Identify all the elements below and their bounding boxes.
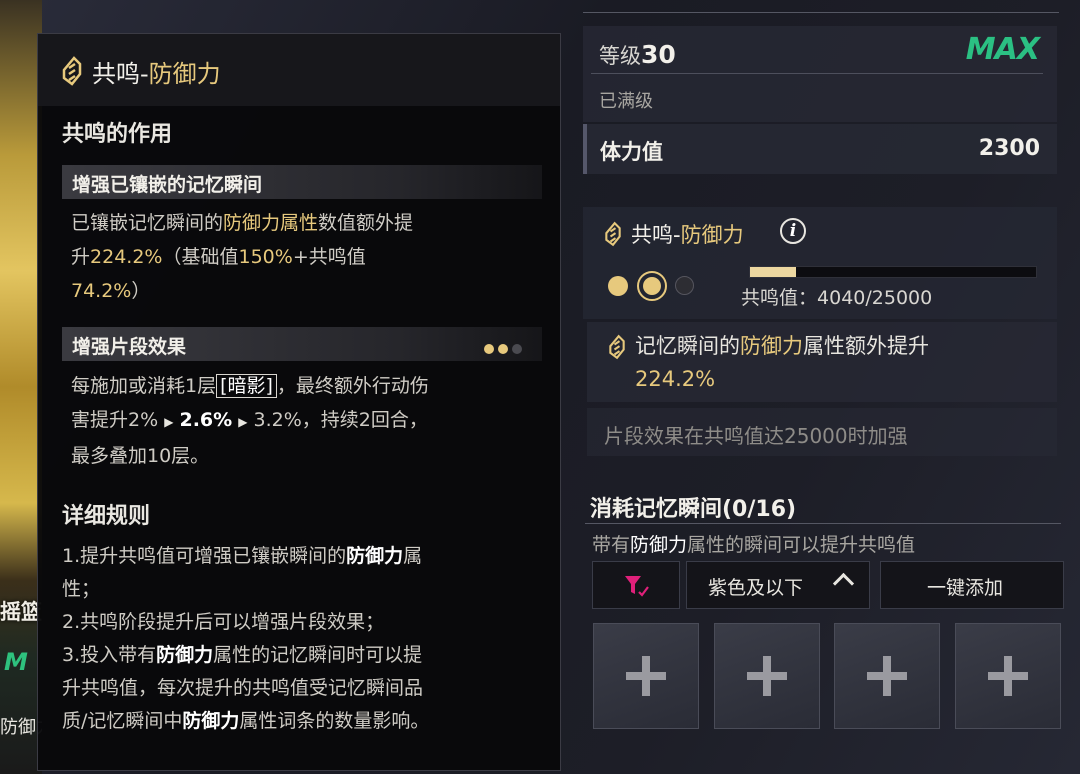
quality-label: 紫色及以下	[708, 577, 804, 599]
consume-divider	[585, 523, 1061, 524]
resonance-value: 共鸣值：4040/25000	[741, 287, 933, 309]
level-status: 已满级	[599, 91, 653, 112]
max-badge-mini: M	[4, 648, 28, 676]
bonus-text: 记忆瞬间的防御力属性额外提升 224.2%	[635, 334, 929, 391]
section2-body: 每施加或消耗1层 [暗影] ，最终额外行动伤 害提升2% ▶ 2.6% ▶ 3.2%…	[71, 374, 429, 467]
filter-button[interactable]	[592, 561, 680, 609]
filter-icon	[625, 576, 649, 597]
tooltip-header: 共鸣-防御力	[38, 34, 560, 106]
effect-heading: 共鸣的作用	[62, 122, 173, 147]
tooltip-title: 共鸣-防御力	[92, 60, 221, 88]
resonance-tooltip: 共鸣-防御力 共鸣的作用 增强已镶嵌的记忆瞬间 已镶嵌记忆瞬间的防御力属性数值额…	[37, 33, 561, 771]
arrow-icon: ▶	[164, 415, 174, 429]
stage-dots	[484, 339, 526, 358]
quality-dropdown[interactable]: 紫色及以下	[686, 561, 870, 609]
memory-slot-3[interactable]	[834, 623, 940, 729]
consume-subtitle: 带有防御力属性的瞬间可以提升共鸣值	[592, 534, 916, 556]
stage-dot	[484, 344, 494, 354]
quick-add-button[interactable]: 一键添加	[880, 561, 1064, 609]
section2-title: 增强片段效果	[72, 336, 187, 358]
level-divider	[591, 73, 1043, 74]
resonance-icon	[609, 334, 625, 360]
tier-dot-3	[675, 276, 694, 295]
resonance-icon	[605, 221, 621, 247]
resonance-box: 共鸣-防御力 i 共鸣值：4040/25000	[583, 207, 1057, 319]
note-box: 片段效果在共鸣值达25000时加强	[587, 408, 1057, 456]
section2-band: 增强片段效果	[62, 327, 542, 361]
card-attribute: 防御力	[0, 717, 42, 738]
card-subtitle: 摇篮曲	[0, 600, 42, 624]
resonance-title: 共鸣-防御力	[631, 223, 744, 247]
left-strip: 摇篮曲 M 防御力	[0, 0, 42, 774]
resonance-progress-bar	[749, 266, 1037, 278]
stage-dot	[498, 344, 508, 354]
stat-value: 2300	[978, 136, 1040, 161]
level-value: 30	[641, 40, 676, 69]
section1-title: 增强已镶嵌的记忆瞬间	[72, 174, 263, 196]
tier-dot-2-fill	[643, 277, 661, 295]
quick-add-label: 一键添加	[927, 577, 1004, 599]
chevron-up-icon	[832, 572, 855, 595]
note-text: 片段效果在共鸣值达25000时加强	[604, 424, 908, 448]
info-icon[interactable]: i	[780, 218, 806, 244]
tier-dot-1	[608, 276, 628, 296]
stage-dot	[512, 344, 522, 354]
level-box: 等级30 MAX 已满级	[583, 26, 1057, 122]
top-divider	[583, 12, 1059, 13]
level-label: 等级30	[599, 40, 676, 69]
shadow-tag[interactable]: [暗影]	[216, 374, 277, 398]
rules-body: 1.提升共鸣值可增强已镶嵌瞬间的防御力属 性； 2.共鸣阶段提升后可以增强片段效…	[62, 545, 430, 732]
section1-band: 增强已镶嵌的记忆瞬间	[62, 165, 542, 199]
memory-slot-4[interactable]	[955, 623, 1061, 729]
resonance-icon	[62, 56, 82, 86]
arrow-icon: ▶	[238, 415, 248, 429]
memory-slot-1[interactable]	[593, 623, 699, 729]
stat-row-hp: 体力值 2300	[583, 124, 1057, 174]
stat-label: 体力值	[600, 140, 663, 164]
section1-body: 已镶嵌记忆瞬间的防御力属性数值额外提 升224.2%（基础值150%+共鸣值 7…	[71, 212, 414, 302]
bonus-box: 记忆瞬间的防御力属性额外提升 224.2%	[587, 322, 1057, 402]
memory-slot-2[interactable]	[714, 623, 820, 729]
consume-title: 消耗记忆瞬间(0/16)	[590, 497, 797, 522]
max-badge: MAX	[965, 32, 1040, 67]
resonance-progress-fill	[750, 267, 797, 277]
rules-heading: 详细规则	[62, 504, 151, 529]
